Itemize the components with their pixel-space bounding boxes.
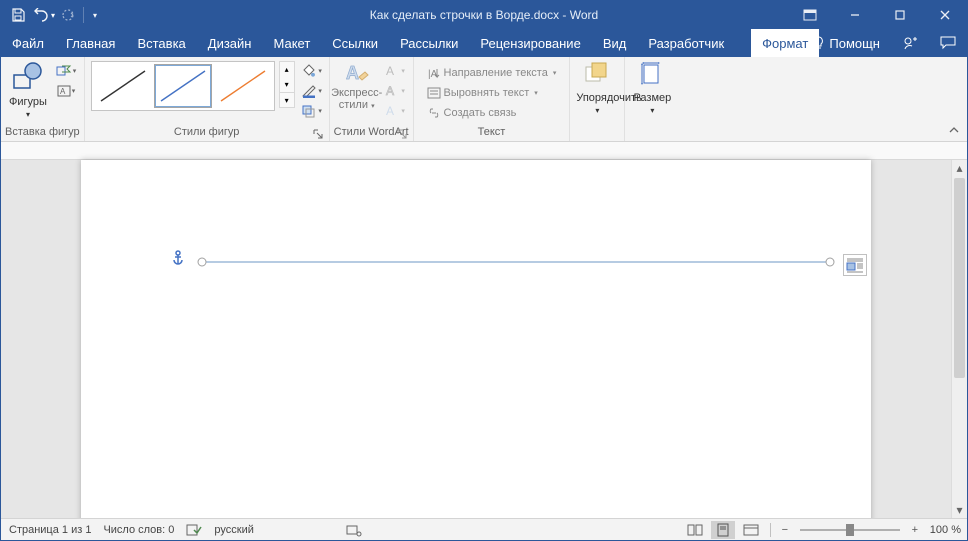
group-arrange: Упорядочить▾ bbox=[570, 57, 625, 141]
tell-me-button[interactable]: Помощн bbox=[802, 36, 891, 51]
scroll-down-button[interactable]: ▾ bbox=[952, 502, 967, 518]
gallery-row-up-button[interactable]: ▴ bbox=[280, 62, 294, 77]
redo-button[interactable] bbox=[57, 4, 79, 26]
read-mode-button[interactable] bbox=[683, 521, 707, 539]
tab-view[interactable]: Вид bbox=[592, 29, 638, 57]
collapse-ribbon-button[interactable] bbox=[945, 121, 963, 139]
group-label: Вставка фигур bbox=[5, 125, 80, 141]
layout-options-button[interactable] bbox=[843, 254, 867, 276]
shape-style-item[interactable] bbox=[94, 64, 152, 108]
spellcheck-status[interactable] bbox=[186, 523, 202, 537]
page-number-status[interactable]: Страница 1 из 1 bbox=[9, 524, 91, 536]
title-bar: ▾ ▾ Как сделать строчки в Ворде.docx - W… bbox=[1, 1, 967, 29]
text-effects-button[interactable]: A▾ bbox=[384, 101, 406, 121]
text-outline-button[interactable]: A▾ bbox=[384, 81, 406, 101]
window-controls bbox=[787, 1, 967, 29]
document-area: ▴ ▾ bbox=[1, 142, 967, 518]
dialog-launcher-icon[interactable] bbox=[312, 127, 325, 140]
maximize-button[interactable] bbox=[877, 1, 922, 29]
group-label: Стили фигур bbox=[89, 125, 325, 141]
page[interactable] bbox=[81, 160, 871, 518]
qat-customize-button[interactable]: ▾ bbox=[88, 4, 102, 26]
status-bar: Страница 1 из 1 Число слов: 0 русский − … bbox=[1, 518, 967, 540]
shape-effects-button[interactable]: ▾ bbox=[301, 101, 323, 121]
shape-style-item[interactable] bbox=[214, 64, 272, 108]
svg-text:|A: |A bbox=[428, 69, 438, 80]
edit-shape-button[interactable]: ▾ bbox=[55, 61, 77, 81]
group-label: Текст bbox=[418, 125, 566, 141]
shape-fill-button[interactable]: ▾ bbox=[301, 61, 323, 81]
dialog-launcher-icon[interactable] bbox=[396, 127, 409, 140]
svg-text:A: A bbox=[386, 104, 394, 118]
wordart-quick-styles-button[interactable]: A Экспресс- стили ▾ bbox=[336, 61, 378, 111]
size-button[interactable]: Размер▾ bbox=[631, 61, 673, 116]
svg-text:A: A bbox=[346, 63, 359, 83]
draw-textbox-button[interactable]: A▾ bbox=[55, 81, 77, 101]
word-count-status[interactable]: Число слов: 0 bbox=[103, 524, 174, 536]
arrange-button[interactable]: Упорядочить▾ bbox=[576, 61, 618, 116]
selected-line-shape[interactable] bbox=[196, 256, 836, 268]
shape-outline-button[interactable]: ▾ bbox=[301, 81, 323, 101]
tab-design[interactable]: Дизайн bbox=[197, 29, 263, 57]
language-status[interactable]: русский bbox=[214, 524, 253, 536]
group-insert-shapes: Фигуры▾ ▾ A▾ Вставка фигур bbox=[1, 57, 85, 141]
text-direction-button[interactable]: |A Направление текста▾ bbox=[424, 63, 560, 82]
minimize-button[interactable] bbox=[832, 1, 877, 29]
svg-text:A: A bbox=[386, 64, 394, 78]
tab-file[interactable]: Файл bbox=[1, 29, 55, 57]
svg-text:A: A bbox=[386, 84, 394, 98]
group-shape-styles: ▴ ▾ ▾ ▾ ▾ ▾ Стили фигур bbox=[85, 57, 330, 141]
zoom-level[interactable]: 100 % bbox=[930, 524, 961, 536]
group-text: |A Направление текста▾ Выровнять текст▾ … bbox=[414, 57, 571, 141]
tab-home[interactable]: Главная bbox=[55, 29, 126, 57]
gallery-row-down-button[interactable]: ▾ bbox=[280, 77, 294, 92]
text-fill-button[interactable]: A▾ bbox=[384, 61, 406, 81]
horizontal-ruler[interactable] bbox=[1, 142, 967, 160]
zoom-in-button[interactable]: + bbox=[908, 521, 922, 539]
shape-style-item[interactable] bbox=[154, 64, 212, 108]
zoom-slider[interactable] bbox=[800, 521, 900, 539]
tab-insert[interactable]: Вставка bbox=[126, 29, 196, 57]
comments-button[interactable] bbox=[929, 29, 967, 57]
macro-record-status[interactable] bbox=[346, 523, 362, 537]
align-text-button[interactable]: Выровнять текст▾ bbox=[424, 83, 560, 102]
group-wordart-styles: A Экспресс- стили ▾ A▾ A▾ A▾ Стили WordA… bbox=[330, 57, 414, 141]
tab-developer[interactable]: Разработчик bbox=[637, 29, 735, 57]
print-layout-button[interactable] bbox=[711, 521, 735, 539]
group-label: Стили WordArt bbox=[334, 125, 409, 141]
tab-review[interactable]: Рецензирование bbox=[469, 29, 591, 57]
create-link-button[interactable]: Создать связь bbox=[424, 103, 560, 122]
ribbon-display-options-button[interactable] bbox=[787, 1, 832, 29]
scroll-up-button[interactable]: ▴ bbox=[952, 160, 967, 176]
ribbon: Фигуры▾ ▾ A▾ Вставка фигур bbox=[1, 57, 967, 142]
group-size: Размер▾ bbox=[625, 57, 679, 141]
tab-mailings[interactable]: Рассылки bbox=[389, 29, 469, 57]
shape-styles-gallery[interactable] bbox=[91, 61, 275, 111]
shapes-gallery-button[interactable]: Фигуры▾ bbox=[7, 61, 49, 120]
zoom-out-button[interactable]: − bbox=[778, 521, 792, 539]
tab-references[interactable]: Ссылки bbox=[321, 29, 389, 57]
undo-button[interactable] bbox=[31, 4, 53, 26]
quick-access-toolbar: ▾ ▾ bbox=[1, 4, 108, 26]
close-button[interactable] bbox=[922, 1, 967, 29]
gallery-more-button[interactable]: ▾ bbox=[280, 92, 294, 107]
web-layout-button[interactable] bbox=[739, 521, 763, 539]
ribbon-tabs: Файл Главная Вставка Дизайн Макет Ссылки… bbox=[1, 29, 967, 57]
tab-layout[interactable]: Макет bbox=[262, 29, 321, 57]
share-button[interactable] bbox=[891, 29, 929, 57]
save-button[interactable] bbox=[7, 4, 29, 26]
scroll-thumb[interactable] bbox=[954, 178, 965, 378]
anchor-icon bbox=[171, 250, 185, 269]
vertical-scrollbar[interactable]: ▴ ▾ bbox=[951, 160, 967, 518]
svg-text:A: A bbox=[60, 87, 66, 96]
